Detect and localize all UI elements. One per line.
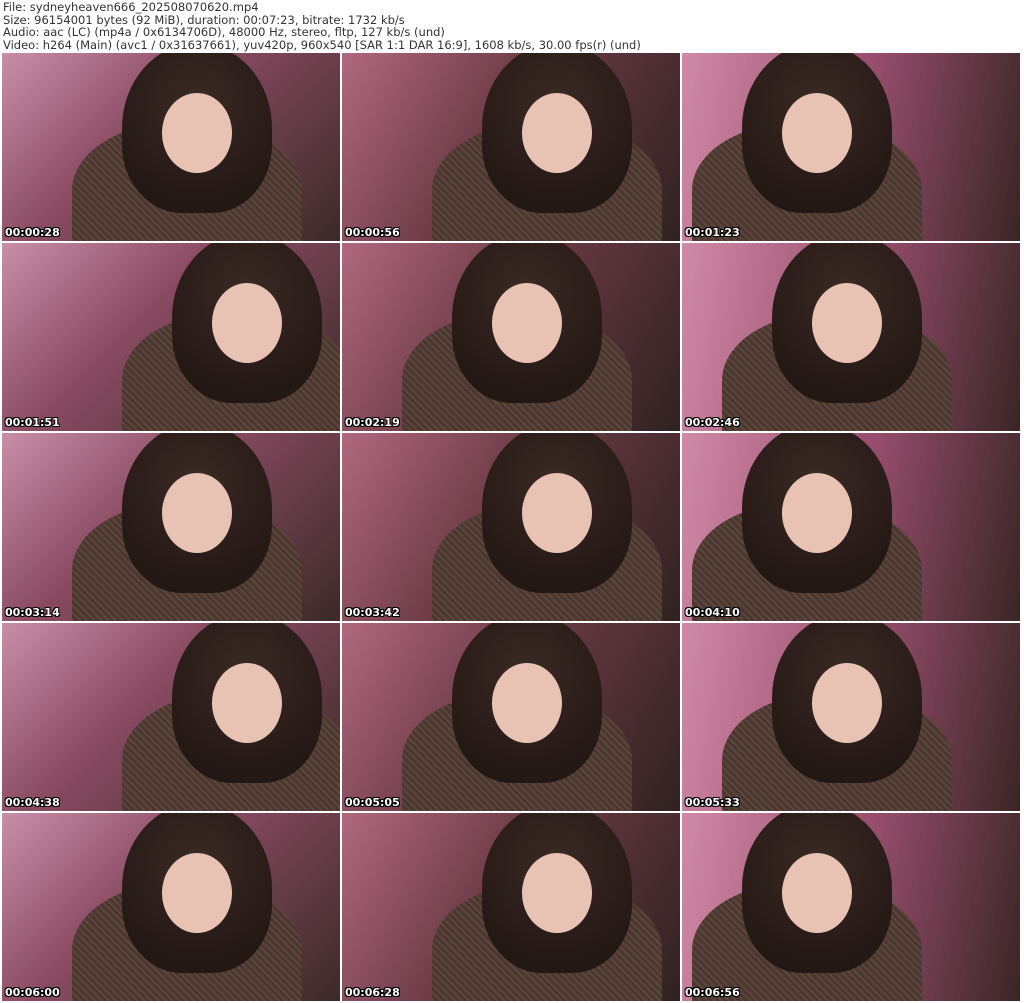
frame-subject-face	[782, 93, 852, 173]
video-thumbnail: 00:04:38	[2, 623, 340, 811]
thumbnail-timestamp: 00:03:14	[5, 606, 60, 619]
frame-subject-face	[812, 283, 882, 363]
frame-subject-face	[782, 473, 852, 553]
thumbnail-grid: 00:00:28 00:00:56 00:01:23 00:01:51 00:02:19…	[2, 53, 1020, 1001]
thumbnail-timestamp: 00:04:10	[685, 606, 740, 619]
video-thumbnail: 00:01:23	[682, 53, 1020, 241]
frame-subject-face	[212, 663, 282, 743]
video-thumbnail: 00:04:10	[682, 433, 1020, 621]
video-thumbnail: 00:05:33	[682, 623, 1020, 811]
frame-subject-face	[212, 283, 282, 363]
video-thumbnail: 00:05:05	[342, 623, 680, 811]
thumbnail-timestamp: 00:02:19	[345, 416, 400, 429]
thumbnail-timestamp: 00:05:05	[345, 796, 400, 809]
video-thumbnail: 00:01:51	[2, 243, 340, 431]
video-thumbnail: 00:02:19	[342, 243, 680, 431]
video-info-line: Video: h264 (Main) (avc1 / 0x31637661), …	[3, 37, 641, 52]
frame-subject-face	[522, 93, 592, 173]
thumbnail-timestamp: 00:01:23	[685, 226, 740, 239]
thumbnail-timestamp: 00:00:56	[345, 226, 400, 239]
thumbnail-timestamp: 00:06:56	[685, 986, 740, 999]
frame-subject-face	[782, 853, 852, 933]
video-thumbnail: 00:03:42	[342, 433, 680, 621]
thumbnail-timestamp: 00:00:28	[5, 226, 60, 239]
audio-info-line: Audio: aac (LC) (mp4a / 0x6134706D), 480…	[3, 25, 445, 39]
frame-subject-face	[812, 663, 882, 743]
video-thumbnail: 00:06:28	[342, 813, 680, 1001]
thumbnail-timestamp: 00:05:33	[685, 796, 740, 809]
frame-subject-face	[162, 473, 232, 553]
frame-subject-face	[492, 663, 562, 743]
frame-subject-face	[522, 473, 592, 553]
thumbnail-timestamp: 00:06:28	[345, 986, 400, 999]
file-info-header: File: sydneyheaven666_202508070620.mp4 S…	[3, 1, 641, 51]
file-name-line: File: sydneyheaven666_202508070620.mp4	[3, 0, 259, 14]
thumbnail-timestamp: 00:01:51	[5, 416, 60, 429]
frame-subject-face	[162, 853, 232, 933]
thumbnail-timestamp: 00:04:38	[5, 796, 60, 809]
video-thumbnail: 00:03:14	[2, 433, 340, 621]
thumbnail-timestamp: 00:06:00	[5, 986, 60, 999]
video-thumbnail: 00:00:56	[342, 53, 680, 241]
frame-subject-face	[162, 93, 232, 173]
thumbnail-timestamp: 00:03:42	[345, 606, 400, 619]
thumbnail-timestamp: 00:02:46	[685, 416, 740, 429]
frame-subject-face	[522, 853, 592, 933]
video-thumbnail: 00:00:28	[2, 53, 340, 241]
video-thumbnail: 00:06:00	[2, 813, 340, 1001]
frame-subject-face	[492, 283, 562, 363]
video-thumbnail: 00:06:56	[682, 813, 1020, 1001]
video-thumbnail: 00:02:46	[682, 243, 1020, 431]
